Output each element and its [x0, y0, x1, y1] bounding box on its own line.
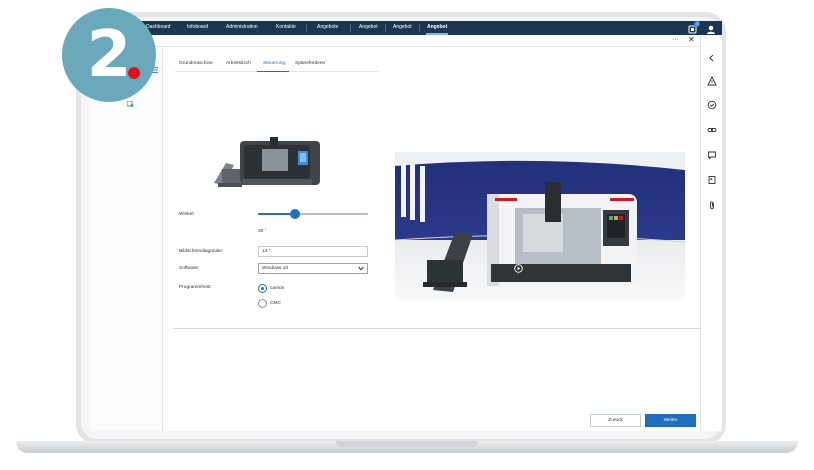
nav-item-kontakte[interactable]: Kontakte	[276, 24, 296, 30]
laptop-notch	[336, 441, 478, 447]
tab-arbeitstisch[interactable]: Arbeitstisch	[226, 61, 251, 66]
stage: Dashboard Infoboard Administration Konta…	[0, 0, 814, 470]
nav-item-angebote[interactable]: Angebote	[317, 24, 338, 30]
top-navigation: Dashboard Infoboard Administration Konta…	[89, 21, 722, 35]
next-button[interactable]: Weiter	[645, 414, 696, 427]
back-button[interactable]: Zurück	[590, 414, 641, 427]
notification-badge: 3	[694, 21, 700, 27]
step-dot	[128, 67, 140, 79]
radio-camos[interactable]	[258, 284, 267, 293]
nav-item-infoboard[interactable]: Infoboard	[187, 24, 208, 30]
user-icon[interactable]	[706, 22, 716, 34]
radio-camos-label: camos	[270, 286, 285, 291]
angle-slider-thumb[interactable]	[290, 209, 301, 219]
link-icon[interactable]	[707, 122, 717, 132]
radio-cmc[interactable]	[258, 299, 267, 308]
nav-separator	[419, 24, 420, 32]
play-icon[interactable]	[514, 260, 523, 273]
attachment-icon[interactable]	[707, 197, 717, 209]
warning-icon[interactable]	[707, 73, 717, 86]
nav-item-angebot-active[interactable]: Angebot	[427, 24, 447, 30]
software-select[interactable]: Windows 10	[258, 263, 368, 274]
header-bar: ··· ✕	[89, 35, 722, 47]
nav-separator	[350, 24, 351, 32]
check-circle-icon[interactable]	[707, 97, 717, 110]
tab-bar: Grundmaschine Arbeitstisch Steuerung Spä…	[175, 58, 379, 72]
collapse-icon[interactable]	[707, 50, 717, 62]
machine-thumbnail	[214, 137, 320, 187]
tab-grundmaschine[interactable]: Grundmaschine	[179, 61, 213, 66]
comment-icon[interactable]	[707, 147, 717, 160]
diagonal-input[interactable]: 14 "	[258, 246, 368, 257]
more-options-button[interactable]: ···	[672, 36, 679, 43]
software-select-value: Windows 10	[262, 266, 289, 271]
form-divider	[173, 328, 701, 329]
angle-label: Winkel:	[179, 212, 195, 217]
angle-value: 30 °	[258, 229, 267, 234]
right-sidebar	[700, 35, 722, 431]
nav-item-angebot-1[interactable]: Angebot	[359, 24, 378, 30]
diagonal-label: Bildschirmdiagonale:	[179, 249, 224, 254]
step-number: 2	[86, 18, 132, 92]
app-screen: Dashboard Infoboard Administration Konta…	[89, 21, 722, 431]
nav-item-administration[interactable]: Administration	[226, 24, 258, 30]
chevron-down-icon	[358, 266, 364, 271]
machine-render-image	[395, 152, 685, 299]
tab-steuerung[interactable]: Steuerung	[263, 61, 285, 66]
nav-separator	[385, 24, 386, 32]
notifications-icon[interactable]: 3	[688, 21, 700, 34]
active-tab-indicator	[257, 71, 289, 72]
document-icon[interactable]	[707, 172, 717, 184]
nav-item-angebot-2[interactable]: Angebot	[393, 24, 412, 30]
left-sidebar: Automatio	[89, 47, 163, 431]
tab-spaenefoerderer[interactable]: Späneförderer	[295, 61, 326, 66]
angle-slider[interactable]	[258, 209, 368, 219]
programmhost-label: Programmhost:	[179, 285, 212, 290]
nav-separator	[306, 24, 307, 32]
close-button[interactable]: ✕	[688, 35, 695, 44]
radio-cmc-label: CMC	[270, 301, 281, 306]
software-label: Software:	[179, 266, 200, 271]
